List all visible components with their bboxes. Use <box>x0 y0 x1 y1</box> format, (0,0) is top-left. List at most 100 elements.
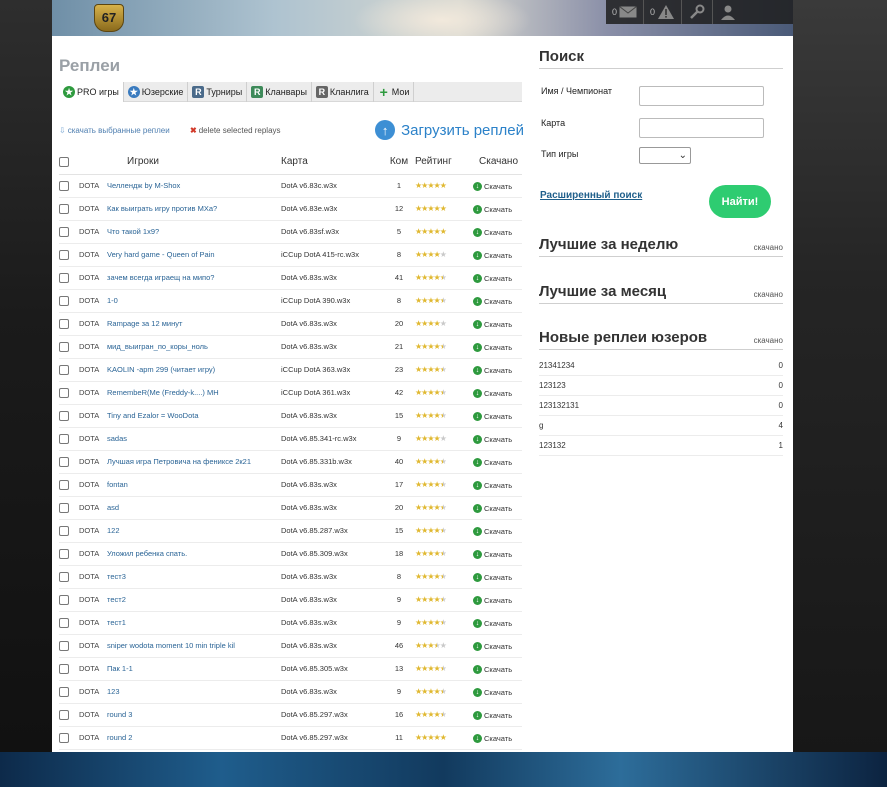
comments-cell[interactable]: 40 <box>383 450 415 474</box>
messages-button[interactable]: 0 <box>606 0 645 24</box>
comments-cell[interactable]: 41 <box>383 266 415 290</box>
download-link[interactable]: ↓ Скачать <box>473 618 512 628</box>
row-checkbox[interactable] <box>59 502 69 513</box>
download-link[interactable]: ↓ Скачать <box>473 411 512 421</box>
delete-selected-link[interactable]: ✖ delete selected replays <box>190 126 281 135</box>
row-checkbox[interactable] <box>59 686 69 697</box>
replay-title-link[interactable]: asd <box>107 496 281 520</box>
replay-title-link[interactable]: мид_выигран_по_коры_ноль <box>107 335 281 359</box>
download-link[interactable]: ↓ Скачать <box>473 204 512 214</box>
replay-title-link[interactable]: round 3 <box>107 703 281 727</box>
map-input[interactable] <box>639 118 764 138</box>
download-link[interactable]: ↓ Скачать <box>473 664 512 674</box>
replay-title-link[interactable]: Very hard game - Queen of Pain <box>107 243 281 267</box>
row-checkbox[interactable] <box>59 617 69 628</box>
col-comments[interactable]: Ком <box>383 150 415 175</box>
row-checkbox[interactable] <box>59 180 69 191</box>
row-checkbox[interactable] <box>59 249 69 260</box>
replay-title-link[interactable]: sniper wodota moment 10 min triple kil <box>107 634 281 658</box>
replay-title-link[interactable]: Rampage за 12 минут <box>107 312 281 336</box>
row-checkbox[interactable] <box>59 272 69 283</box>
row-checkbox[interactable] <box>59 341 69 352</box>
download-link[interactable]: ↓ Скачать <box>473 526 512 536</box>
replay-title-link[interactable]: 122 <box>107 519 281 543</box>
replay-title-link[interactable]: Уложил ребенка спать. <box>107 542 281 566</box>
list-item[interactable]: g4 <box>539 416 783 436</box>
replay-title-link[interactable]: round 2 <box>107 726 281 750</box>
download-link[interactable]: ↓ Скачать <box>473 480 512 490</box>
replay-title-link[interactable]: KAOLIN -apm 299 (читает игру) <box>107 358 281 382</box>
comments-cell[interactable]: 8 <box>383 289 415 313</box>
download-link[interactable]: ↓ Скачать <box>473 641 512 651</box>
profile-button[interactable] <box>713 0 743 24</box>
tab-tournaments[interactable]: R Турниры <box>188 82 248 102</box>
level-badge[interactable]: 67 <box>94 4 124 32</box>
row-checkbox[interactable] <box>59 318 69 329</box>
name-input[interactable] <box>639 86 764 106</box>
comments-cell[interactable]: 15 <box>383 404 415 428</box>
download-selected-link[interactable]: ⇩ скачать выбранные реплеи <box>59 126 170 135</box>
col-map[interactable]: Карта <box>281 150 383 175</box>
download-link[interactable]: ↓ Скачать <box>473 388 512 398</box>
download-link[interactable]: ↓ Скачать <box>473 503 512 513</box>
comments-cell[interactable]: 18 <box>383 542 415 566</box>
row-checkbox[interactable] <box>59 456 69 467</box>
replay-title-link[interactable]: Как выиграть игру против МХа? <box>107 197 281 221</box>
settings-button[interactable] <box>682 0 714 24</box>
comments-cell[interactable]: 16 <box>383 703 415 727</box>
alerts-button[interactable]: 0 <box>644 0 683 24</box>
download-link[interactable]: ↓ Скачать <box>473 319 512 329</box>
upload-replay-button[interactable]: ↑ Загрузить реплей <box>375 120 524 140</box>
download-link[interactable]: ↓ Скачать <box>473 250 512 260</box>
comments-cell[interactable]: 8 <box>383 565 415 589</box>
comments-cell[interactable]: 11 <box>383 726 415 750</box>
replay-title-link[interactable]: Что такой 1x9? <box>107 220 281 244</box>
row-checkbox[interactable] <box>59 709 69 720</box>
col-players[interactable]: Игроки <box>107 150 281 175</box>
list-item[interactable]: 123123 0 <box>539 376 783 396</box>
comments-cell[interactable]: 9 <box>383 427 415 451</box>
download-link[interactable]: ↓ Скачать <box>473 549 512 559</box>
comments-cell[interactable]: 46 <box>383 634 415 658</box>
row-checkbox[interactable] <box>59 663 69 674</box>
row-checkbox[interactable] <box>59 732 69 743</box>
download-link[interactable]: ↓ Скачать <box>473 687 512 697</box>
row-checkbox[interactable] <box>59 410 69 421</box>
download-link[interactable]: ↓ Скачать <box>473 710 512 720</box>
replay-title-link[interactable]: 123 <box>107 680 281 704</box>
comments-cell[interactable]: 9 <box>383 611 415 635</box>
replay-title-link[interactable]: sadas <box>107 427 281 451</box>
row-checkbox[interactable] <box>59 548 69 559</box>
replay-title-link[interactable]: fontan <box>107 473 281 497</box>
download-link[interactable]: ↓ Скачать <box>473 457 512 467</box>
row-checkbox[interactable] <box>59 640 69 651</box>
comments-cell[interactable]: 8 <box>383 243 415 267</box>
row-checkbox[interactable] <box>59 226 69 237</box>
comments-cell[interactable]: 20 <box>383 496 415 520</box>
download-link[interactable]: ↓ Скачать <box>473 227 512 237</box>
comments-cell[interactable]: 1 <box>383 174 415 198</box>
tab-user-replays[interactable]: ★ Юзерские <box>124 82 189 102</box>
comments-cell[interactable]: 21 <box>383 335 415 359</box>
comments-cell[interactable]: 13 <box>383 657 415 681</box>
replay-title-link[interactable]: Лучшая игра Петровича на фениксе 2к21 <box>107 450 281 474</box>
comments-cell[interactable]: 9 <box>383 680 415 704</box>
row-checkbox[interactable] <box>59 479 69 490</box>
replay-title-link[interactable]: Tiny and Ezalor = WooDota <box>107 404 281 428</box>
replay-title-link[interactable]: 1-0 <box>107 289 281 313</box>
search-submit-button[interactable]: Найти! <box>709 185 771 218</box>
replay-title-link[interactable]: RemembeR(Me (Freddy-k....) MH <box>107 381 281 405</box>
download-link[interactable]: ↓ Скачать <box>473 296 512 306</box>
replay-title-link[interactable]: тест2 <box>107 588 281 612</box>
row-checkbox[interactable] <box>59 295 69 306</box>
row-checkbox[interactable] <box>59 594 69 605</box>
row-checkbox[interactable] <box>59 525 69 536</box>
game-type-select[interactable]: ⌄ <box>639 147 691 164</box>
list-item[interactable]: 123132131 0 <box>539 396 783 416</box>
tab-mine[interactable]: + Мои <box>374 82 415 102</box>
col-downloads[interactable]: Скачано <box>473 150 522 175</box>
replay-title-link[interactable]: Пак 1-1 <box>107 657 281 681</box>
tab-pro-games[interactable]: ★ PRO игры <box>59 82 124 102</box>
replay-title-link[interactable]: Челлендж by M-Shox <box>107 174 281 198</box>
download-link[interactable]: ↓ Скачать <box>473 595 512 605</box>
